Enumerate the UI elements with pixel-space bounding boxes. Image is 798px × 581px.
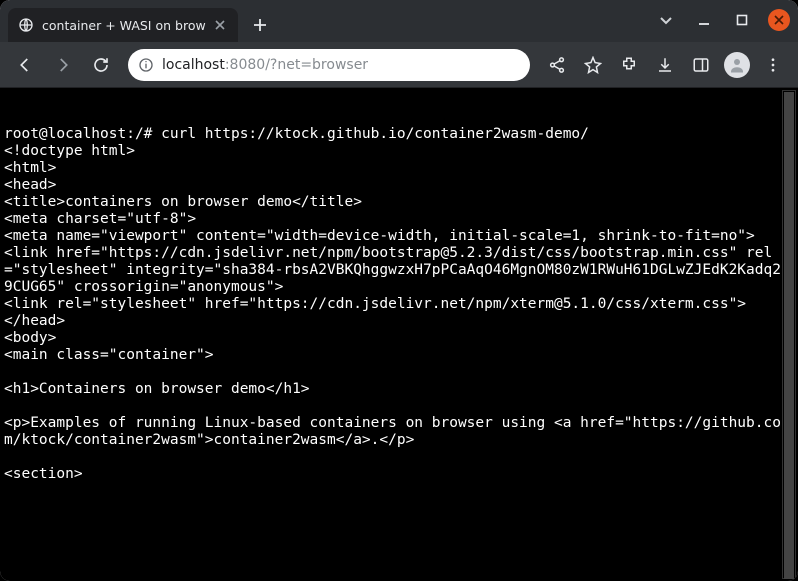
url-text: localhost:8080/?net=browser	[162, 57, 368, 73]
terminal-line: <body>	[4, 330, 794, 347]
browser-tab[interactable]: container + WASI on brow	[8, 8, 238, 42]
terminal-line: </head>	[4, 313, 794, 330]
tab-close-button[interactable]	[212, 17, 228, 33]
terminal-line: <section>	[4, 466, 794, 483]
globe-icon	[18, 17, 34, 33]
terminal-line: <html>	[4, 160, 794, 177]
terminal[interactable]: root@localhost:/# curl https://ktock.git…	[0, 88, 798, 581]
terminal-scrollbar[interactable]	[782, 90, 796, 579]
extensions-button[interactable]	[612, 48, 646, 82]
window-close-button[interactable]	[768, 9, 790, 31]
browser-window: container + WASI on brow	[0, 0, 798, 581]
toolbar-actions	[540, 48, 790, 82]
window-controls	[654, 8, 790, 32]
terminal-line: <p>Examples of running Linux-based conta…	[4, 415, 794, 449]
terminal-line: <link rel="stylesheet" href="https://cdn…	[4, 296, 794, 313]
kebab-menu-button[interactable]	[756, 48, 790, 82]
bookmark-button[interactable]	[576, 48, 610, 82]
url-rest: :8080/?net=browser	[225, 57, 368, 73]
avatar-icon	[724, 52, 750, 78]
sidepanel-button[interactable]	[684, 48, 718, 82]
terminal-line: <!doctype html>	[4, 143, 794, 160]
profile-button[interactable]	[720, 48, 754, 82]
nav-toolbar: localhost:8080/?net=browser	[0, 42, 798, 88]
chevron-down-icon[interactable]	[654, 8, 678, 32]
terminal-line	[4, 364, 794, 381]
terminal-line: <link href="https://cdn.jsdelivr.net/npm…	[4, 245, 794, 296]
terminal-line: <main class="container">	[4, 347, 794, 364]
page-content: root@localhost:/# curl https://ktock.git…	[0, 88, 798, 581]
terminal-line: root@localhost:/# curl https://ktock.git…	[4, 126, 794, 143]
nav-forward-button[interactable]	[46, 48, 80, 82]
url-host: localhost	[162, 57, 225, 73]
terminal-line	[4, 398, 794, 415]
titlebar: container + WASI on brow	[0, 0, 798, 42]
window-maximize-button[interactable]	[730, 8, 754, 32]
terminal-line: <title>containers on browser demo</title…	[4, 194, 794, 211]
window-minimize-button[interactable]	[692, 8, 716, 32]
terminal-line: <meta name="viewport" content="width=dev…	[4, 228, 794, 245]
site-info-icon[interactable]	[138, 57, 154, 73]
terminal-line: <h1>Containers on browser demo</h1>	[4, 381, 794, 398]
terminal-line: <meta charset="utf-8">	[4, 211, 794, 228]
tab-title: container + WASI on brow	[42, 18, 206, 33]
share-button[interactable]	[540, 48, 574, 82]
terminal-line	[4, 449, 794, 466]
address-bar[interactable]: localhost:8080/?net=browser	[128, 49, 530, 81]
new-tab-button[interactable]	[246, 11, 274, 39]
nav-back-button[interactable]	[8, 48, 42, 82]
nav-reload-button[interactable]	[84, 48, 118, 82]
scrollbar-thumb[interactable]	[784, 92, 794, 579]
terminal-line: <head>	[4, 177, 794, 194]
downloads-button[interactable]	[648, 48, 682, 82]
